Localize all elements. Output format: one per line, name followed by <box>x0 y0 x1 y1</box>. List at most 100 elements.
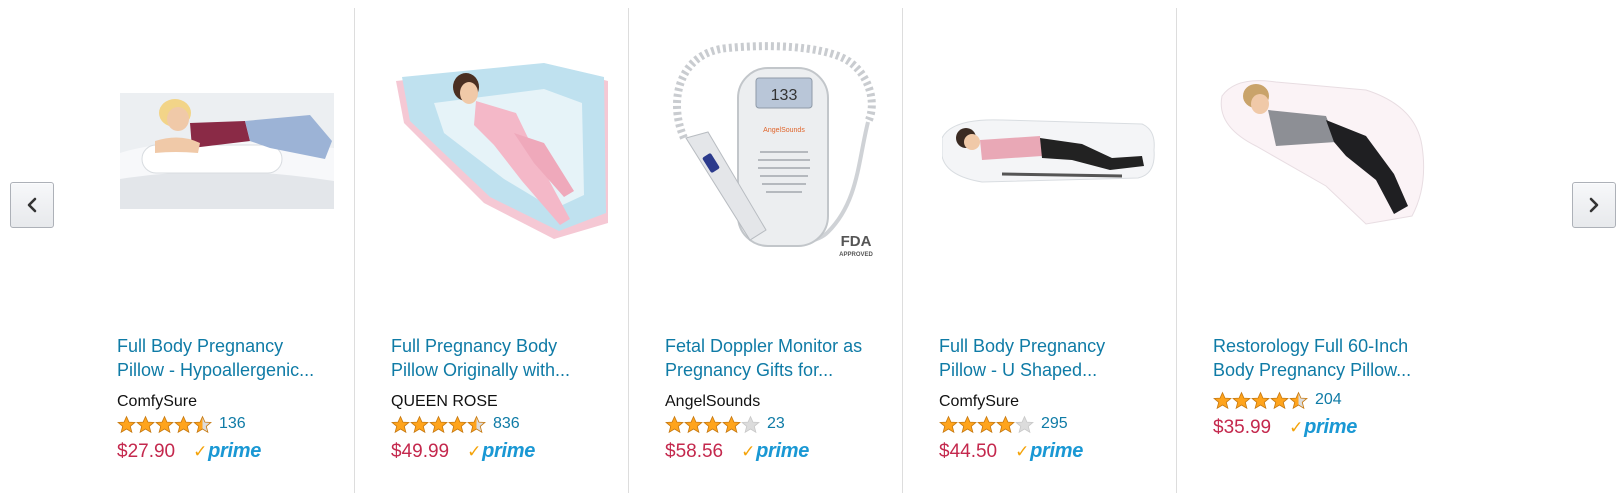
brand-name: AngelSounds <box>665 393 761 410</box>
doppler-display-text: 133 <box>771 87 798 104</box>
review-count-link[interactable]: 295 <box>1041 415 1068 433</box>
title-line: Full Body Pregnancy <box>117 336 284 356</box>
prime-label: prime <box>756 440 810 462</box>
c-shaped-pillow-image <box>1220 80 1425 225</box>
star-icon <box>193 415 212 433</box>
title-line: Pillow - U Shaped... <box>939 360 1098 380</box>
card-divider <box>354 8 355 493</box>
review-count-link[interactable]: 23 <box>767 415 785 433</box>
star-icon <box>703 415 722 433</box>
star-icon <box>1270 391 1289 409</box>
star-icon <box>996 415 1015 433</box>
price-row: $27.90 ✓ prime <box>117 440 261 463</box>
brand-name: ComfySure <box>117 393 198 410</box>
star-icon <box>665 415 684 433</box>
product-title-link[interactable]: Full Body Pregnancy Pillow - U Shaped... <box>939 334 1159 382</box>
star-icon <box>117 415 136 433</box>
title-line: Full Body Pregnancy <box>939 336 1106 356</box>
star-icon <box>448 415 467 433</box>
product-card: Full Body Pregnancy Pillow - Hypoallerge… <box>80 8 354 493</box>
review-count-link[interactable]: 836 <box>493 415 520 433</box>
product-card: Restorology Full 60-Inch Body Pregnancy … <box>1176 8 1450 493</box>
star-icon <box>1213 391 1232 409</box>
chevron-left-icon <box>27 197 37 213</box>
star-icon <box>155 415 174 433</box>
product-title-link[interactable]: Full Pregnancy Body Pillow Originally wi… <box>391 334 611 382</box>
star-icon <box>1015 415 1034 433</box>
product-title-link[interactable]: Restorology Full 60-Inch Body Pregnancy … <box>1213 334 1433 382</box>
pregnancy-pillow-image <box>120 93 334 209</box>
rating: 136 <box>117 414 246 434</box>
star-rating[interactable] <box>665 415 760 434</box>
star-icon <box>977 415 996 433</box>
title-line: Pillow - Hypoallergenic... <box>117 360 315 380</box>
prime-badge: ✓ prime <box>1289 416 1357 439</box>
price-row: $49.99 ✓ prime <box>391 440 535 463</box>
star-icon <box>467 415 486 433</box>
u-shaped-pillow-image <box>942 119 1155 183</box>
doppler-brand-text: AngelSounds <box>763 127 805 134</box>
prime-badge: ✓ prime <box>741 440 809 463</box>
prime-check-icon: ✓ <box>193 441 208 461</box>
price-row: $58.56 ✓ prime <box>665 440 809 463</box>
star-icon <box>722 415 741 433</box>
price-row: $35.99 ✓ prime <box>1213 416 1357 439</box>
star-icon <box>958 415 977 433</box>
product-carousel: Full Body Pregnancy Pillow - Hypoallerge… <box>0 0 1624 493</box>
fda-badge-text: FDA <box>841 233 872 250</box>
review-count-link[interactable]: 204 <box>1315 391 1342 409</box>
product-title-link[interactable]: Full Body Pregnancy Pillow - Hypoallerge… <box>117 334 337 382</box>
prime-label: prime <box>1030 440 1084 462</box>
star-icon <box>391 415 410 433</box>
product-image[interactable] <box>939 40 1159 262</box>
card-divider <box>1176 8 1177 493</box>
prime-label: prime <box>482 440 536 462</box>
title-line: Pregnancy Gifts for... <box>665 360 834 380</box>
product-image[interactable]: 133 AngelSounds FDA APPROVED <box>665 40 885 262</box>
star-icon <box>429 415 448 433</box>
star-icon <box>939 415 958 433</box>
review-count-link[interactable]: 136 <box>219 415 246 433</box>
card-divider <box>628 8 629 493</box>
chevron-right-icon <box>1589 197 1599 213</box>
rating: 295 <box>939 414 1068 434</box>
product-card: Full Pregnancy Body Pillow Originally wi… <box>354 8 628 493</box>
rating: 23 <box>665 414 785 434</box>
prime-badge: ✓ prime <box>467 440 535 463</box>
fetal-doppler-image: 133 AngelSounds FDA APPROVED <box>673 42 876 258</box>
prime-label: prime <box>208 440 262 462</box>
u-shaped-pillow-image <box>396 63 608 239</box>
brand-name: ComfySure <box>939 393 1020 410</box>
price: $49.99 <box>391 440 450 462</box>
star-icon <box>410 415 429 433</box>
title-line: Full Pregnancy Body <box>391 336 558 356</box>
star-rating[interactable] <box>1213 391 1308 410</box>
product-image[interactable] <box>117 40 337 262</box>
prime-check-icon: ✓ <box>1289 417 1304 437</box>
star-icon <box>1251 391 1270 409</box>
product-image[interactable] <box>391 40 611 262</box>
carousel-next-button[interactable] <box>1572 182 1616 228</box>
price: $58.56 <box>665 440 724 462</box>
brand-name: QUEEN ROSE <box>391 393 498 410</box>
star-icon <box>136 415 155 433</box>
price-row: $44.50 ✓ prime <box>939 440 1083 463</box>
title-line: Restorology Full 60-Inch <box>1213 336 1409 356</box>
star-rating[interactable] <box>391 415 486 434</box>
product-image[interactable] <box>1213 40 1433 262</box>
carousel-prev-button[interactable] <box>10 182 54 228</box>
product-title-link[interactable]: Fetal Doppler Monitor as Pregnancy Gifts… <box>665 334 885 382</box>
star-icon <box>174 415 193 433</box>
title-line: Pillow Originally with... <box>391 360 571 380</box>
star-rating[interactable] <box>117 415 212 434</box>
star-rating[interactable] <box>939 415 1034 434</box>
star-icon <box>1289 391 1308 409</box>
price: $44.50 <box>939 440 998 462</box>
prime-badge: ✓ prime <box>193 440 261 463</box>
card-divider <box>902 8 903 493</box>
rating: 836 <box>391 414 520 434</box>
title-line: Body Pregnancy Pillow... <box>1213 360 1412 380</box>
price: $27.90 <box>117 440 176 462</box>
star-icon <box>741 415 760 433</box>
price: $35.99 <box>1213 416 1272 438</box>
